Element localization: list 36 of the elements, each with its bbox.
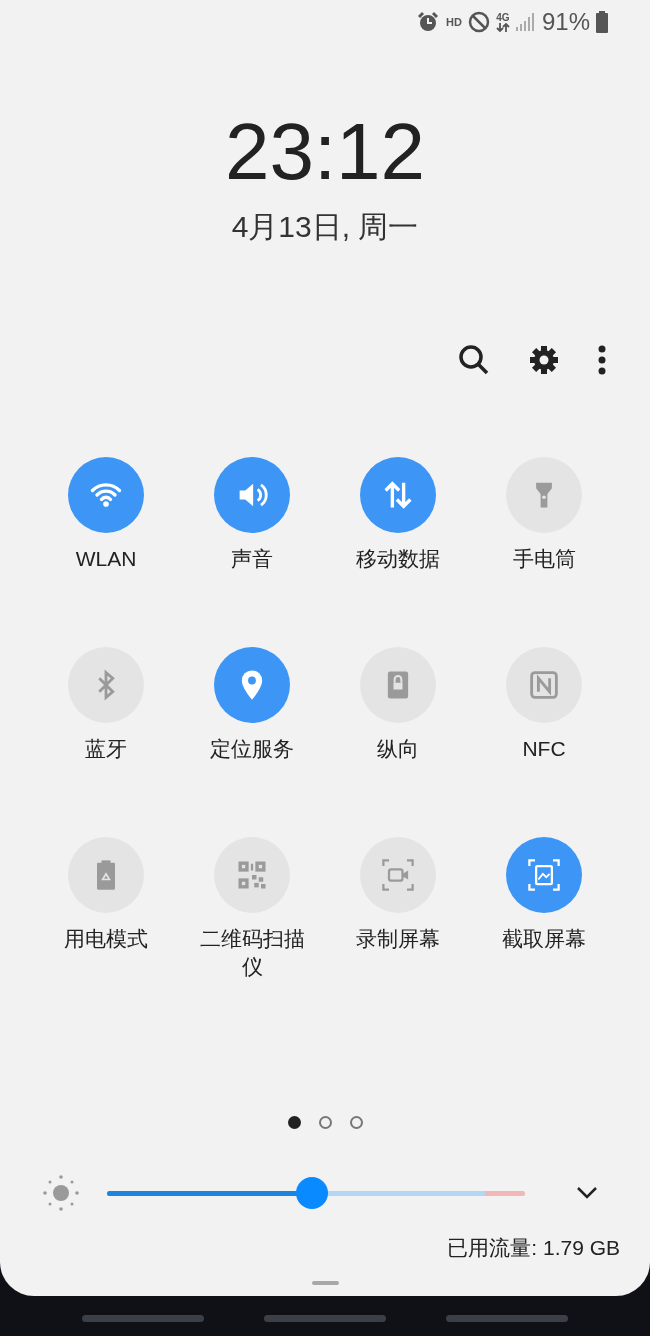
clock-time: 23:12	[224, 112, 426, 192]
slider-thumb[interactable]	[295, 1177, 328, 1209]
toggle-label: WLAN	[74, 546, 138, 572]
toggle-label: NFC	[521, 736, 567, 762]
battery-icon	[596, 11, 608, 33]
toggle-label: 移动数据	[355, 546, 441, 572]
network-type: 4G	[496, 12, 510, 23]
more-options-icon[interactable]	[598, 345, 606, 375]
blocked-icon	[467, 11, 490, 33]
brightness-icon	[42, 1174, 80, 1212]
screen-record-icon	[380, 857, 416, 893]
settings-icon[interactable]	[528, 344, 560, 376]
toggle-label: 声音	[230, 546, 274, 572]
toggle-label: 用电模式	[63, 926, 149, 952]
battery-percent: 91%	[541, 7, 590, 37]
toggle-label: 定位服务	[209, 736, 295, 762]
nav-bar-handle[interactable]	[264, 1315, 386, 1322]
data-arrows-icon	[495, 22, 510, 32]
toggle-label: 二维码扫描仪	[198, 926, 306, 980]
signal-icon	[515, 13, 536, 31]
toggle-label: 录制屏幕	[355, 926, 441, 952]
search-icon[interactable]	[458, 344, 490, 376]
alarm-icon	[416, 11, 441, 33]
nav-bar-handle[interactable]	[446, 1315, 568, 1322]
nav-bar-handle[interactable]	[82, 1315, 204, 1322]
brightness-slider[interactable]	[107, 1177, 525, 1209]
screenshot-icon	[526, 857, 562, 893]
toggle-label: 纵向	[376, 736, 420, 762]
data-usage: 已用流量: 1.79 GB	[447, 1235, 620, 1261]
drag-handle[interactable]	[312, 1281, 339, 1285]
toggle-label: 蓝牙	[84, 736, 128, 762]
clock-date: 4月13日, 周一	[231, 212, 419, 242]
toggle-label: 手电筒	[511, 546, 577, 572]
hd-indicator: HD	[446, 14, 462, 30]
expand-icon[interactable]	[576, 1186, 598, 1200]
toggle-label: 截取屏幕	[501, 926, 587, 952]
